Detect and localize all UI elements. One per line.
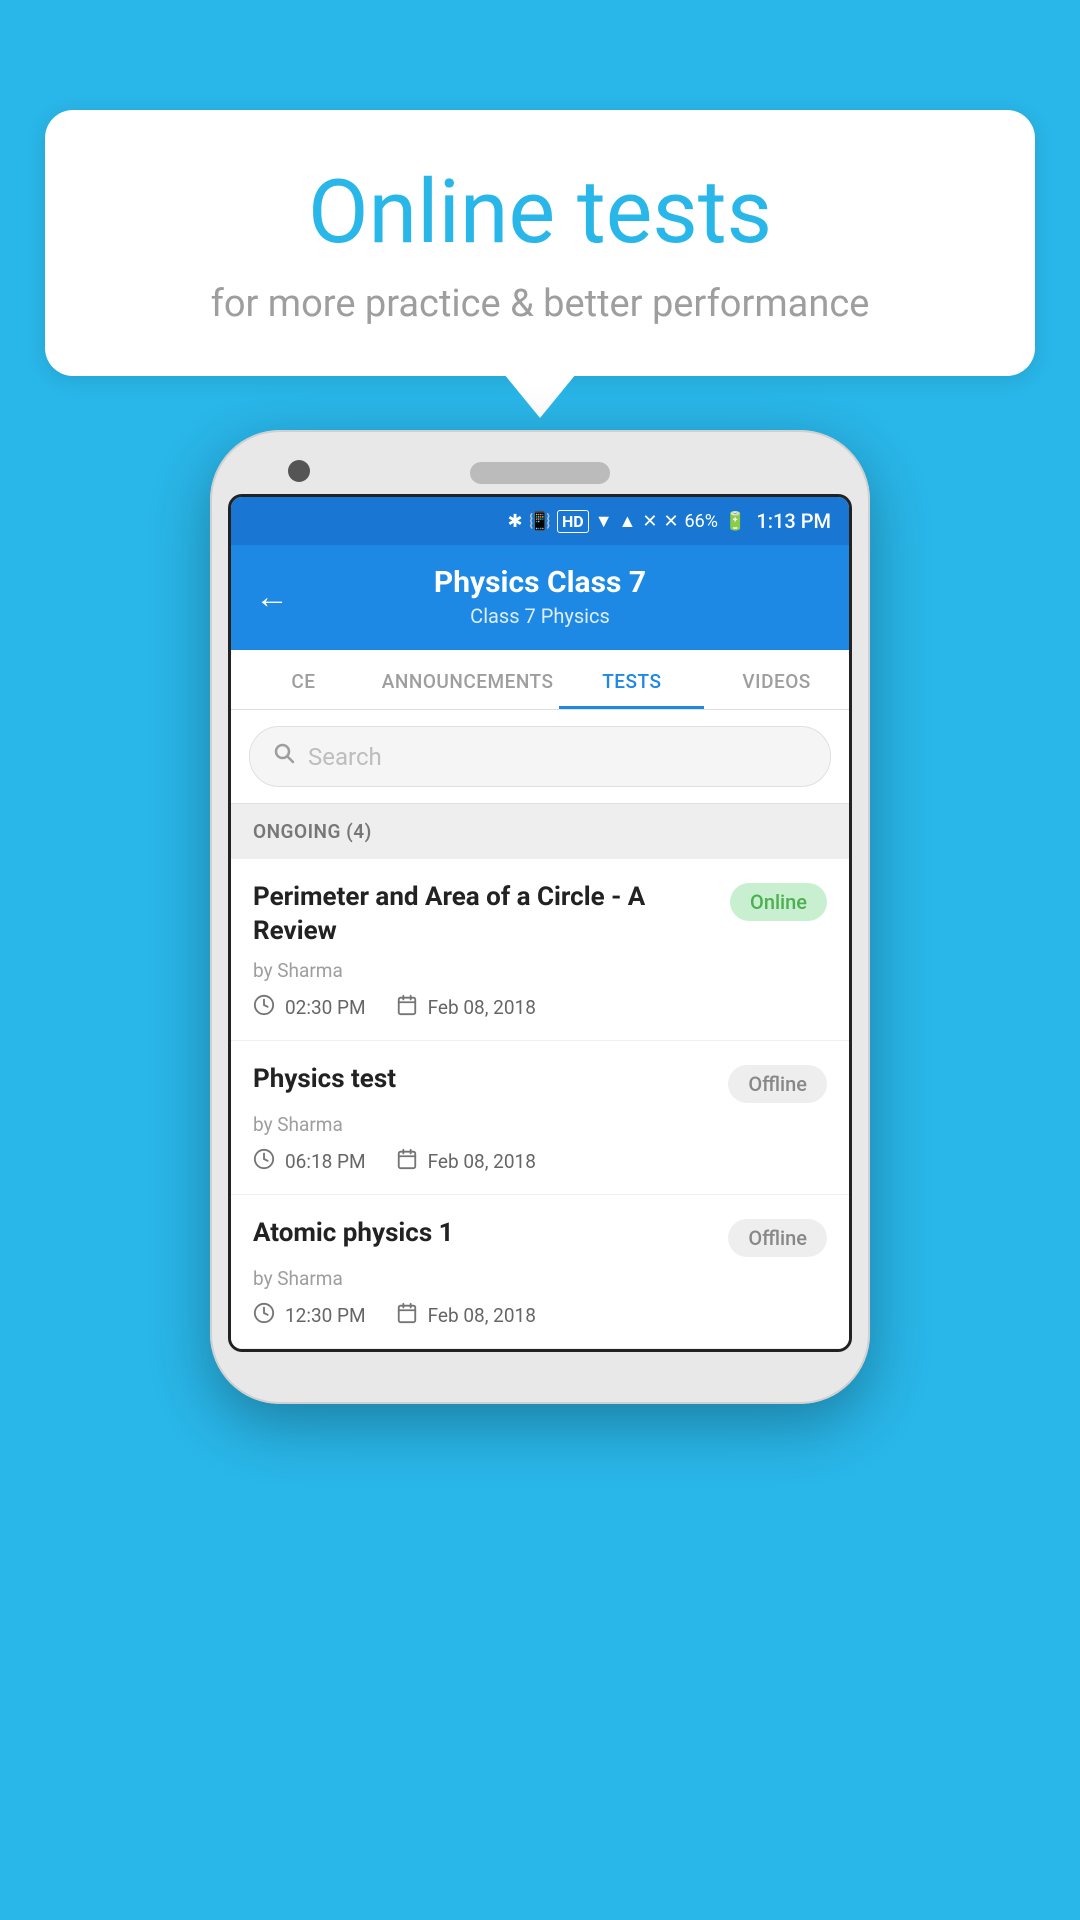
- test-time-0: 02:30 PM: [253, 994, 366, 1022]
- bubble-title: Online tests: [105, 165, 975, 262]
- test-title-1: Physics test: [253, 1063, 728, 1097]
- calendar-icon-2: [396, 1302, 418, 1330]
- test-item[interactable]: Perimeter and Area of a Circle - A Revie…: [231, 859, 849, 1041]
- test-badge-0: Online: [730, 883, 827, 921]
- vibrate-icon: 📳: [529, 511, 551, 532]
- test-time-text-1: 06:18 PM: [285, 1150, 366, 1173]
- test-title-2: Atomic physics 1: [253, 1217, 728, 1251]
- hd-badge: HD: [557, 510, 589, 533]
- test-title-0: Perimeter and Area of a Circle - A Revie…: [253, 881, 730, 949]
- phone-speaker: [470, 462, 610, 484]
- test-time-1: 06:18 PM: [253, 1148, 366, 1176]
- tab-announcements[interactable]: ANNOUNCEMENTS: [376, 650, 560, 709]
- status-bar-icons: ✱ 📳 HD ▼ ▲ ✕ ✕ 66% 🔋 1:13 PM: [507, 509, 831, 533]
- breadcrumb: Class 7 Physics: [309, 604, 771, 628]
- phone-outer: ✱ 📳 HD ▼ ▲ ✕ ✕ 66% 🔋 1:13 PM ← Physics C…: [210, 430, 870, 1404]
- test-author-1: by Sharma: [253, 1113, 827, 1136]
- battery-icon: 🔋: [724, 511, 746, 532]
- test-date-2: Feb 08, 2018: [396, 1302, 536, 1330]
- phone-top: [228, 448, 852, 494]
- phone-screen: ✱ 📳 HD ▼ ▲ ✕ ✕ 66% 🔋 1:13 PM ← Physics C…: [228, 494, 852, 1352]
- test-date-text-0: Feb 08, 2018: [428, 996, 536, 1019]
- tab-ce[interactable]: CE: [231, 650, 376, 709]
- test-date-1: Feb 08, 2018: [396, 1148, 536, 1176]
- test-time-text-2: 12:30 PM: [285, 1304, 366, 1327]
- app-header: ← Physics Class 7 Class 7 Physics: [231, 545, 849, 650]
- test-time-text-0: 02:30 PM: [285, 996, 366, 1019]
- tab-tests[interactable]: TESTS: [559, 650, 704, 709]
- x-icon1: ✕: [642, 511, 657, 532]
- calendar-icon-0: [396, 994, 418, 1022]
- test-item-header-0: Perimeter and Area of a Circle - A Revie…: [253, 881, 827, 949]
- test-meta-2: 12:30 PM Feb 08, 2018: [253, 1302, 827, 1330]
- clock-icon-2: [253, 1302, 275, 1330]
- tab-videos[interactable]: VIDEOS: [704, 650, 849, 709]
- test-badge-2: Offline: [728, 1219, 827, 1257]
- test-date-0: Feb 08, 2018: [396, 994, 536, 1022]
- status-bar: ✱ 📳 HD ▼ ▲ ✕ ✕ 66% 🔋 1:13 PM: [231, 497, 849, 545]
- bubble-subtitle: for more practice & better performance: [105, 282, 975, 326]
- tabs-bar: CE ANNOUNCEMENTS TESTS VIDEOS: [231, 650, 849, 710]
- speech-bubble: Online tests for more practice & better …: [45, 110, 1035, 376]
- test-author-0: by Sharma: [253, 959, 827, 982]
- header-title-block: Physics Class 7 Class 7 Physics: [309, 565, 771, 628]
- search-placeholder: Search: [308, 743, 382, 771]
- calendar-icon-1: [396, 1148, 418, 1176]
- test-meta-1: 06:18 PM Feb 08, 2018: [253, 1148, 827, 1176]
- wifi-icon: ▼: [595, 511, 613, 532]
- clock-icon-1: [253, 1148, 275, 1176]
- search-icon: [272, 741, 296, 772]
- bluetooth-icon: ✱: [507, 511, 522, 532]
- phone-bottom: [228, 1352, 852, 1386]
- test-item-header-2: Atomic physics 1 Offline: [253, 1217, 827, 1257]
- test-date-text-2: Feb 08, 2018: [428, 1304, 536, 1327]
- phone-mockup: ✱ 📳 HD ▼ ▲ ✕ ✕ 66% 🔋 1:13 PM ← Physics C…: [210, 430, 870, 1404]
- test-date-text-1: Feb 08, 2018: [428, 1150, 536, 1173]
- battery-text: 66%: [685, 511, 718, 532]
- back-button[interactable]: ←: [255, 580, 289, 614]
- page-title: Physics Class 7: [309, 565, 771, 600]
- test-item-header-1: Physics test Offline: [253, 1063, 827, 1103]
- x-icon2: ✕: [663, 511, 678, 532]
- test-meta-0: 02:30 PM Feb 08, 2018: [253, 994, 827, 1022]
- section-header: ONGOING (4): [231, 804, 849, 859]
- test-item-1[interactable]: Physics test Offline by Sharma 06:18 PM: [231, 1041, 849, 1195]
- clock-icon-0: [253, 994, 275, 1022]
- phone-camera: [288, 460, 310, 482]
- test-item-2[interactable]: Atomic physics 1 Offline by Sharma 12:30…: [231, 1195, 849, 1349]
- search-input-wrapper[interactable]: Search: [249, 726, 831, 787]
- test-time-2: 12:30 PM: [253, 1302, 366, 1330]
- test-badge-1: Offline: [728, 1065, 827, 1103]
- signal-icon: ▲: [619, 511, 637, 532]
- status-time: 1:13 PM: [756, 509, 831, 533]
- search-container: Search: [231, 710, 849, 804]
- test-author-2: by Sharma: [253, 1267, 827, 1290]
